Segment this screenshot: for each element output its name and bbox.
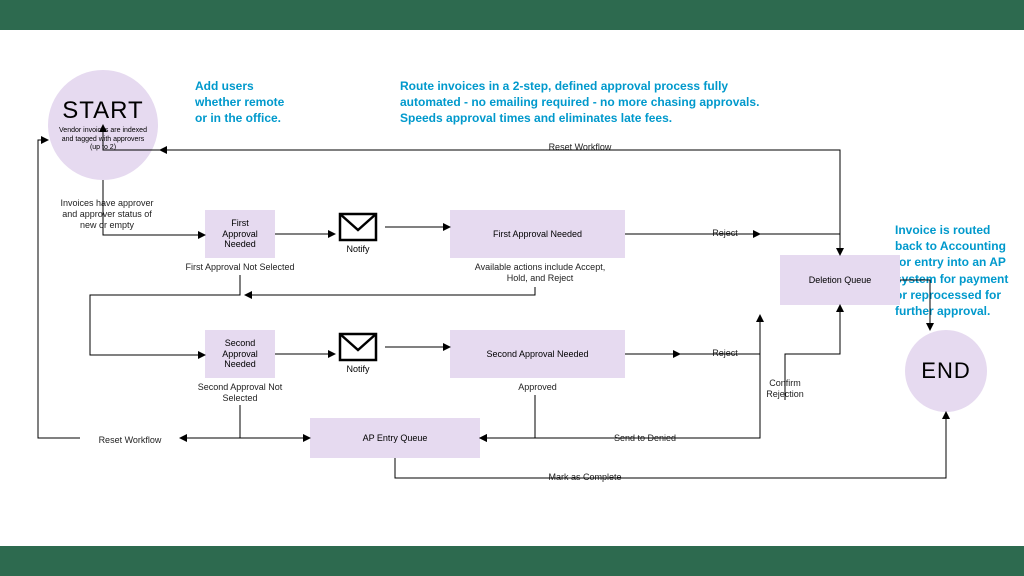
- notify-label-2: Notify: [346, 364, 369, 374]
- mail-icon-2: Notify: [338, 332, 378, 374]
- first-approval-needed-small: First Approval Needed: [205, 210, 275, 258]
- first-approval-needed-wide: First Approval Needed: [450, 210, 625, 258]
- notify-label-1: Notify: [346, 244, 369, 254]
- ap-entry-queue: AP Entry Queue: [310, 418, 480, 458]
- label-invoices-have-approver: Invoices have approver and approver stat…: [52, 198, 162, 230]
- mail-icon-1: Notify: [338, 212, 378, 254]
- label-reject-1: Reject: [700, 228, 750, 239]
- label-reset-workflow-top: Reset Workflow: [530, 142, 630, 153]
- label-first-not-selected: First Approval Not Selected: [180, 262, 300, 273]
- label-mark-complete: Mark as Complete: [530, 472, 640, 483]
- callout-end: Invoice is routed back to Accounting for…: [895, 222, 1015, 319]
- label-send-to-denied: Send to Denied: [600, 433, 690, 444]
- deletion-queue: Deletion Queue: [780, 255, 900, 305]
- end-node: END: [905, 330, 987, 412]
- label-available-actions: Available actions include Accept, Hold, …: [455, 262, 625, 284]
- label-confirm-rejection: Confirm Rejection: [755, 378, 815, 400]
- diagram-canvas: Add users whether remote or in the offic…: [0, 30, 1024, 546]
- label-approved: Approved: [500, 382, 575, 393]
- start-node: START Vendor invoices are indexed and ta…: [48, 70, 158, 180]
- second-approval-needed-wide: Second Approval Needed: [450, 330, 625, 378]
- end-title: END: [921, 358, 970, 384]
- label-reject-2: Reject: [700, 348, 750, 359]
- callout-add-users: Add users whether remote or in the offic…: [195, 78, 335, 127]
- start-title: START: [62, 97, 143, 125]
- label-reset-workflow-left: Reset Workflow: [85, 435, 175, 446]
- label-second-not-selected: Second Approval Not Selected: [185, 382, 295, 404]
- second-approval-needed-small: Second Approval Needed: [205, 330, 275, 378]
- start-subtitle: Vendor invoices are indexed and tagged w…: [51, 127, 155, 152]
- callout-route-invoices: Route invoices in a 2-step, defined appr…: [400, 78, 820, 127]
